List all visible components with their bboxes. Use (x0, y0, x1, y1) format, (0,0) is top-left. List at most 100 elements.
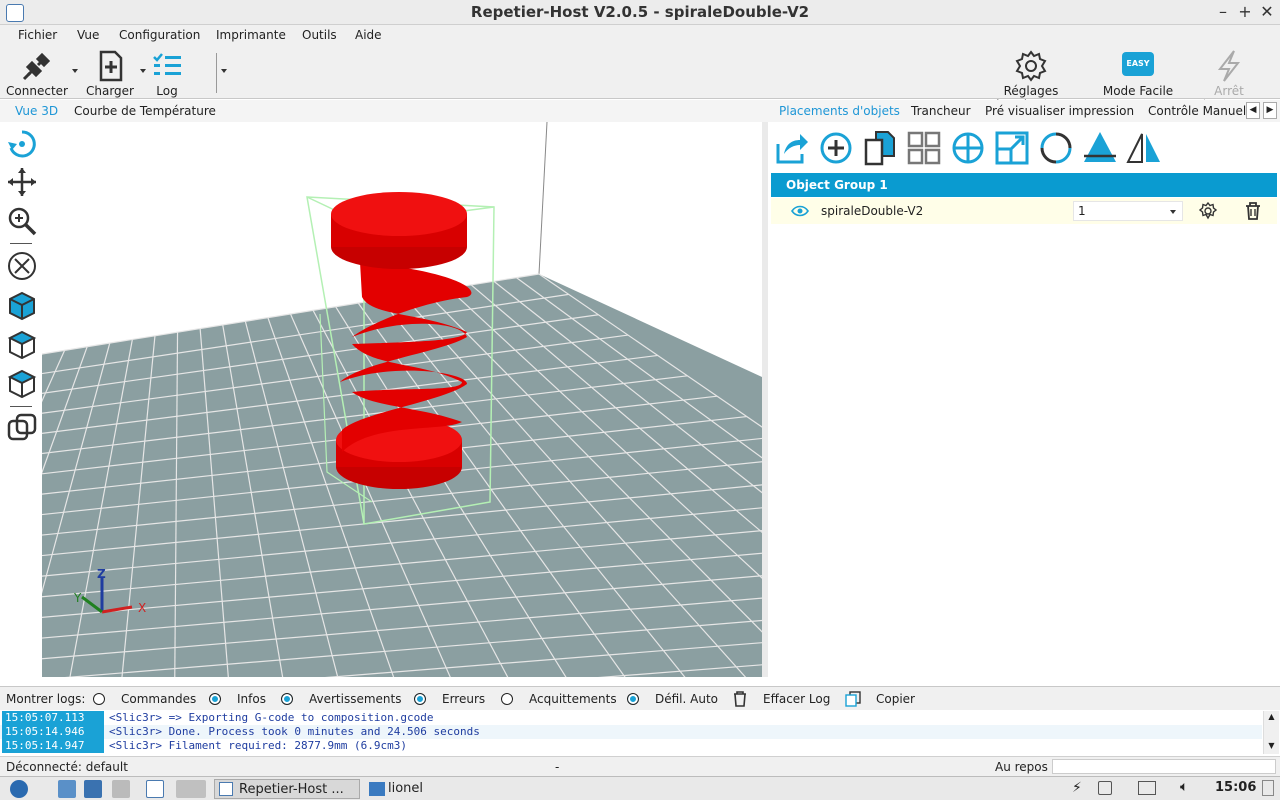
view-tools-separator-2 (10, 406, 32, 407)
log-scrollbar[interactable]: ▲ ▼ (1263, 711, 1279, 754)
window-title: Repetier-Host V2.0.5 - spiraleDouble-V2 (470, 3, 810, 21)
tab-scroll-right-icon[interactable]: ▶ (1263, 102, 1277, 119)
clock: 15:06 (1215, 780, 1257, 795)
log-area[interactable]: 15:05:07.113 <Slic3r> => Exporting G-cod… (0, 711, 1280, 754)
errors-radio[interactable] (414, 693, 426, 705)
volume-icon[interactable]: 🔈︎ (1180, 779, 1188, 795)
start-menu-icon[interactable] (10, 780, 28, 798)
toolbar-more-dropdown-icon[interactable] (221, 69, 227, 73)
3d-viewport[interactable]: Z X Y (42, 122, 762, 677)
center-object-icon[interactable] (950, 130, 986, 166)
scroll-up-icon[interactable]: ▲ (1264, 711, 1279, 723)
gear-icon (1015, 50, 1047, 82)
autoposition-icon[interactable] (906, 130, 942, 166)
terminal-icon[interactable] (112, 780, 130, 798)
object-placement-panel: Object Group 1 spiraleDouble-V2 1 (768, 122, 1280, 677)
file-manager-icon[interactable] (58, 780, 76, 798)
clear-log-button[interactable]: Effacer Log (763, 692, 830, 706)
status-dash: - (555, 760, 560, 774)
commands-label[interactable]: Commandes (121, 692, 196, 706)
tab-scroll-left-icon[interactable]: ◀ (1246, 102, 1260, 119)
show-desktop-icon[interactable] (1262, 780, 1274, 796)
visibility-eye-icon[interactable] (791, 204, 809, 218)
tab-manual-control[interactable]: Contrôle Manuel (1148, 104, 1246, 118)
lightning-icon (1217, 50, 1241, 82)
tab-object-placement[interactable]: Placements d'objets (779, 104, 900, 118)
scroll-down-icon[interactable]: ▼ (1264, 740, 1279, 752)
tab-print-preview[interactable]: Pré visualiser impression (985, 104, 1134, 118)
object-row[interactable]: spiraleDouble-V2 1 (771, 198, 1277, 224)
acks-radio[interactable] (501, 693, 513, 705)
toolbar-separator (216, 53, 217, 93)
copy-icon[interactable] (845, 691, 861, 707)
autoscroll-radio[interactable] (627, 693, 639, 705)
log-label: Montrer logs: (6, 692, 86, 706)
clear-log-trash-icon[interactable] (733, 691, 747, 707)
cut-object-icon[interactable] (1082, 130, 1118, 166)
menu-aide[interactable]: Aide (355, 28, 382, 42)
workspace-switcher[interactable] (176, 780, 206, 798)
autoscroll-label[interactable]: Défil. Auto (655, 692, 718, 706)
connect-dropdown-icon[interactable] (72, 69, 78, 73)
add-object-icon[interactable] (818, 130, 854, 166)
view-front-icon[interactable] (6, 329, 38, 361)
menu-imprimante[interactable]: Imprimante (216, 28, 286, 42)
3d-scene: Z X Y (42, 122, 762, 677)
load-dropdown-icon[interactable] (140, 69, 146, 73)
menu-vue[interactable]: Vue (77, 28, 99, 42)
view-iso-icon[interactable] (6, 290, 38, 322)
move-view-icon[interactable] (6, 166, 38, 198)
export-icon[interactable] (774, 130, 810, 166)
toggle-view-icon[interactable] (6, 412, 38, 444)
scale-object-icon[interactable] (994, 130, 1030, 166)
rotate-view-icon[interactable] (6, 128, 38, 160)
panel-tabs: Placements d'objets Trancheur Pré visual… (765, 100, 1280, 122)
chevron-down-icon (1170, 210, 1176, 214)
warnings-label[interactable]: Avertissements (309, 692, 401, 706)
infos-radio[interactable] (209, 693, 221, 705)
maximize-icon[interactable]: + (1236, 3, 1254, 21)
close-icon[interactable]: ✕ (1258, 3, 1276, 21)
plug-icon (22, 52, 51, 81)
connection-status: Déconnecté: default (6, 760, 128, 774)
easy-mode-button[interactable]: EASY Mode Facile (1100, 49, 1176, 98)
view-top-icon[interactable] (6, 368, 38, 400)
menu-fichier[interactable]: Fichier (18, 28, 57, 42)
repetier-launcher-icon[interactable] (146, 780, 164, 798)
rotate-object-icon[interactable] (1038, 130, 1074, 166)
tab-slicer[interactable]: Trancheur (911, 104, 971, 118)
mirror-object-icon[interactable] (1126, 130, 1162, 166)
log-button[interactable]: Log (148, 49, 186, 98)
taskbar-repetier-window[interactable]: Repetier-Host ... (214, 779, 360, 799)
power-icon[interactable]: ⚡ (1072, 780, 1082, 796)
connect-button[interactable]: Connecter (6, 49, 68, 98)
menu-outils[interactable]: Outils (302, 28, 337, 42)
copy-log-button[interactable]: Copier (876, 692, 915, 706)
zoom-view-icon[interactable] (6, 205, 38, 237)
warnings-radio[interactable] (281, 693, 293, 705)
tab-vue-3d[interactable]: Vue 3D (15, 104, 58, 118)
object-group-header[interactable]: Object Group 1 (771, 173, 1277, 197)
clipboard-icon[interactable] (1098, 781, 1112, 795)
browser-icon[interactable] (84, 780, 102, 798)
fit-view-icon[interactable] (6, 250, 38, 282)
status-bar: Déconnecté: default - Au repos (0, 756, 1280, 776)
copy-object-icon[interactable] (862, 130, 898, 166)
tab-temperature-curve[interactable]: Courbe de Température (74, 104, 216, 118)
errors-label[interactable]: Erreurs (442, 692, 485, 706)
delete-trash-icon[interactable] (1245, 202, 1261, 220)
repetier-window-icon (219, 782, 233, 796)
acks-label[interactable]: Acquittements (529, 692, 617, 706)
folder-icon (369, 782, 385, 796)
commands-radio[interactable] (93, 693, 105, 705)
object-settings-gear-icon[interactable] (1199, 202, 1217, 220)
load-button[interactable]: Charger (84, 49, 136, 98)
log-list-icon (153, 53, 181, 75)
minimize-icon[interactable]: – (1214, 3, 1232, 21)
taskbar-folder-window[interactable]: lionel (366, 779, 486, 799)
menu-configuration[interactable]: Configuration (119, 28, 200, 42)
infos-label[interactable]: Infos (237, 692, 266, 706)
copies-select[interactable]: 1 (1073, 201, 1183, 221)
svg-text:Z: Z (97, 567, 106, 581)
network-icon[interactable] (1138, 781, 1156, 795)
